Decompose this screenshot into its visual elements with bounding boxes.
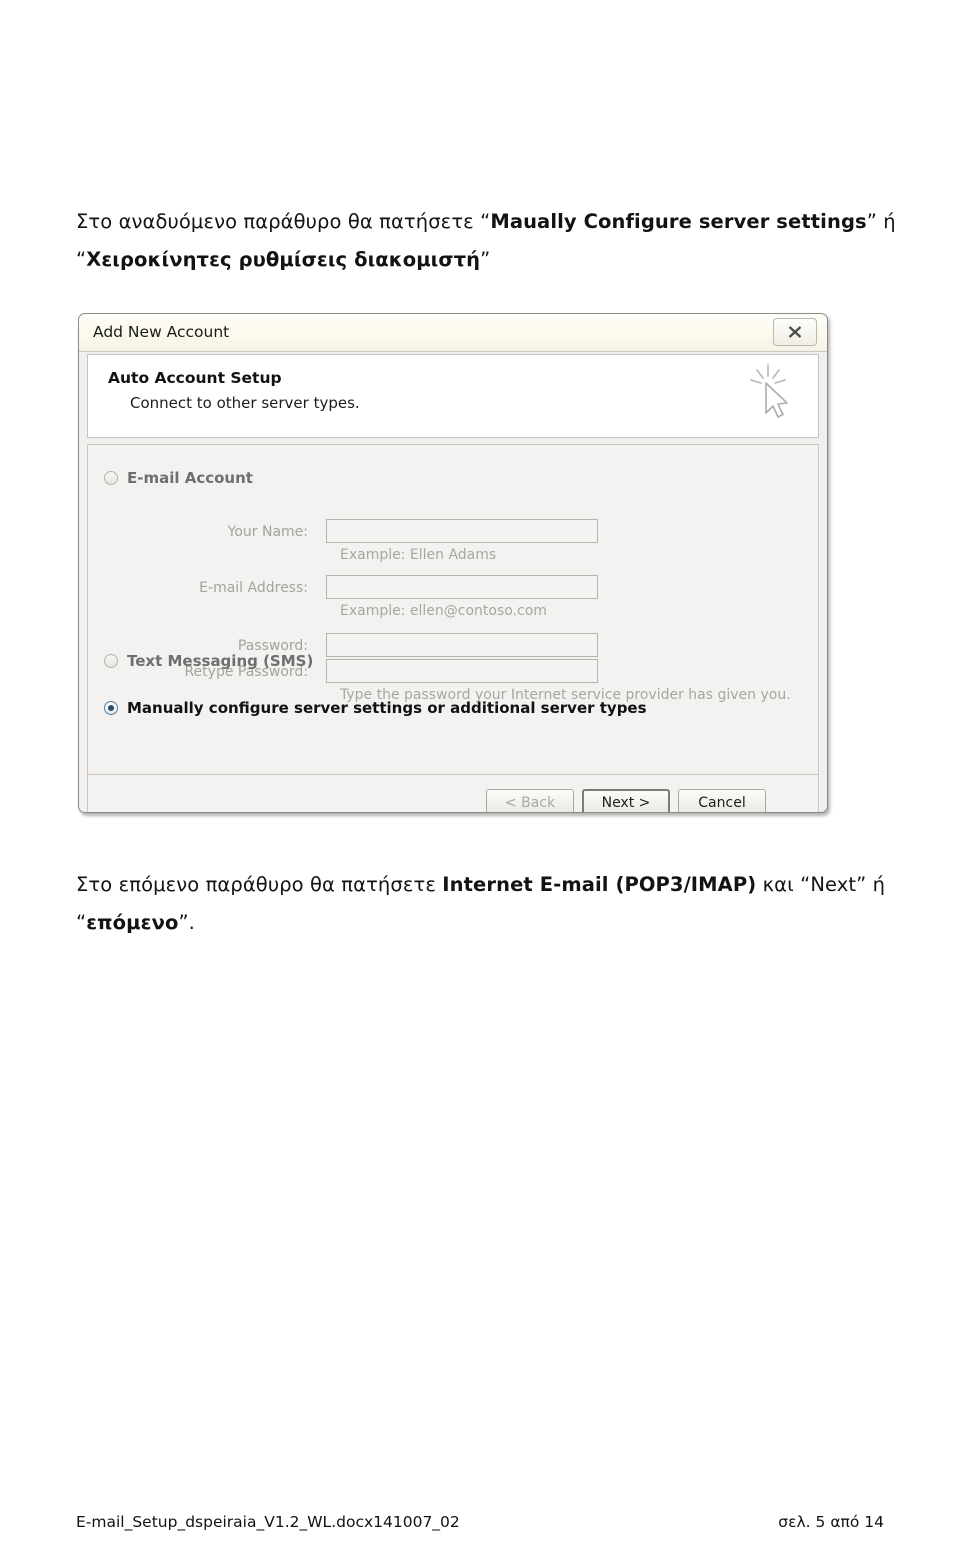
sparkle-cursor-icon — [744, 361, 800, 431]
footer-filename: E-mail_Setup_dspeiraia_V1.2_WL.docx14100… — [76, 1513, 460, 1531]
radio-mark-text-messaging — [104, 654, 118, 668]
instruction-paragraph-top: Στο αναδυόμενο παράθυρο θα πατήσετε “Mau… — [76, 210, 896, 271]
add-new-account-dialog: Add New Account Auto Account Setup Conne… — [78, 313, 828, 813]
input-your-name[interactable] — [326, 519, 598, 543]
field-row-your-name: Your Name: — [88, 519, 818, 545]
document-page: Στο αναδυόμενο παράθυρο θα πατήσετε “Mau… — [0, 0, 960, 1549]
radio-label-text-messaging: Text Messaging (SMS) — [127, 652, 314, 670]
radio-label-manual-config: Manually configure server settings or ad… — [127, 699, 647, 717]
next-button[interactable]: Next > — [582, 789, 670, 812]
instruction-paragraph-bottom: Στο επόμενο παράθυρο θα πατήσετε Interne… — [76, 873, 886, 934]
hint-your-name: Example: Ellen Adams — [340, 547, 497, 563]
hint-email-address: Example: ellen@contoso.com — [340, 603, 547, 619]
label-your-name: Your Name: — [227, 524, 308, 540]
cancel-button[interactable]: Cancel — [678, 789, 766, 812]
radio-option-manual-config[interactable]: Manually configure server settings or ad… — [104, 699, 647, 717]
dialog-body: E-mail Account Your Name: Example: Ellen… — [87, 444, 819, 774]
input-password[interactable] — [326, 633, 598, 657]
dialog-header-panel: Auto Account Setup Connect to other serv… — [87, 354, 819, 438]
footer-page-number: σελ. 5 από 14 — [778, 1513, 884, 1531]
radio-mark-email-account — [104, 471, 118, 485]
field-row-email-address: E-mail Address: — [88, 575, 818, 601]
dialog-footer: < Back Next > Cancel — [87, 774, 819, 812]
radio-label-email-account: E-mail Account — [127, 469, 253, 487]
back-button[interactable]: < Back — [486, 789, 574, 812]
header-subtitle: Connect to other server types. — [130, 394, 360, 412]
dialog-title: Add New Account — [93, 323, 230, 341]
radio-option-email-account[interactable]: E-mail Account — [104, 469, 253, 487]
header-title: Auto Account Setup — [108, 369, 282, 387]
close-icon[interactable] — [773, 318, 817, 346]
radio-option-text-messaging[interactable]: Text Messaging (SMS) — [104, 652, 313, 670]
radio-mark-manual-config — [104, 701, 118, 715]
input-email-address[interactable] — [326, 575, 598, 599]
label-email-address: E-mail Address: — [199, 580, 308, 596]
dialog-titlebar: Add New Account — [79, 314, 827, 352]
page-footer: E-mail_Setup_dspeiraia_V1.2_WL.docx14100… — [76, 1513, 884, 1531]
input-retype-password[interactable] — [326, 659, 598, 683]
